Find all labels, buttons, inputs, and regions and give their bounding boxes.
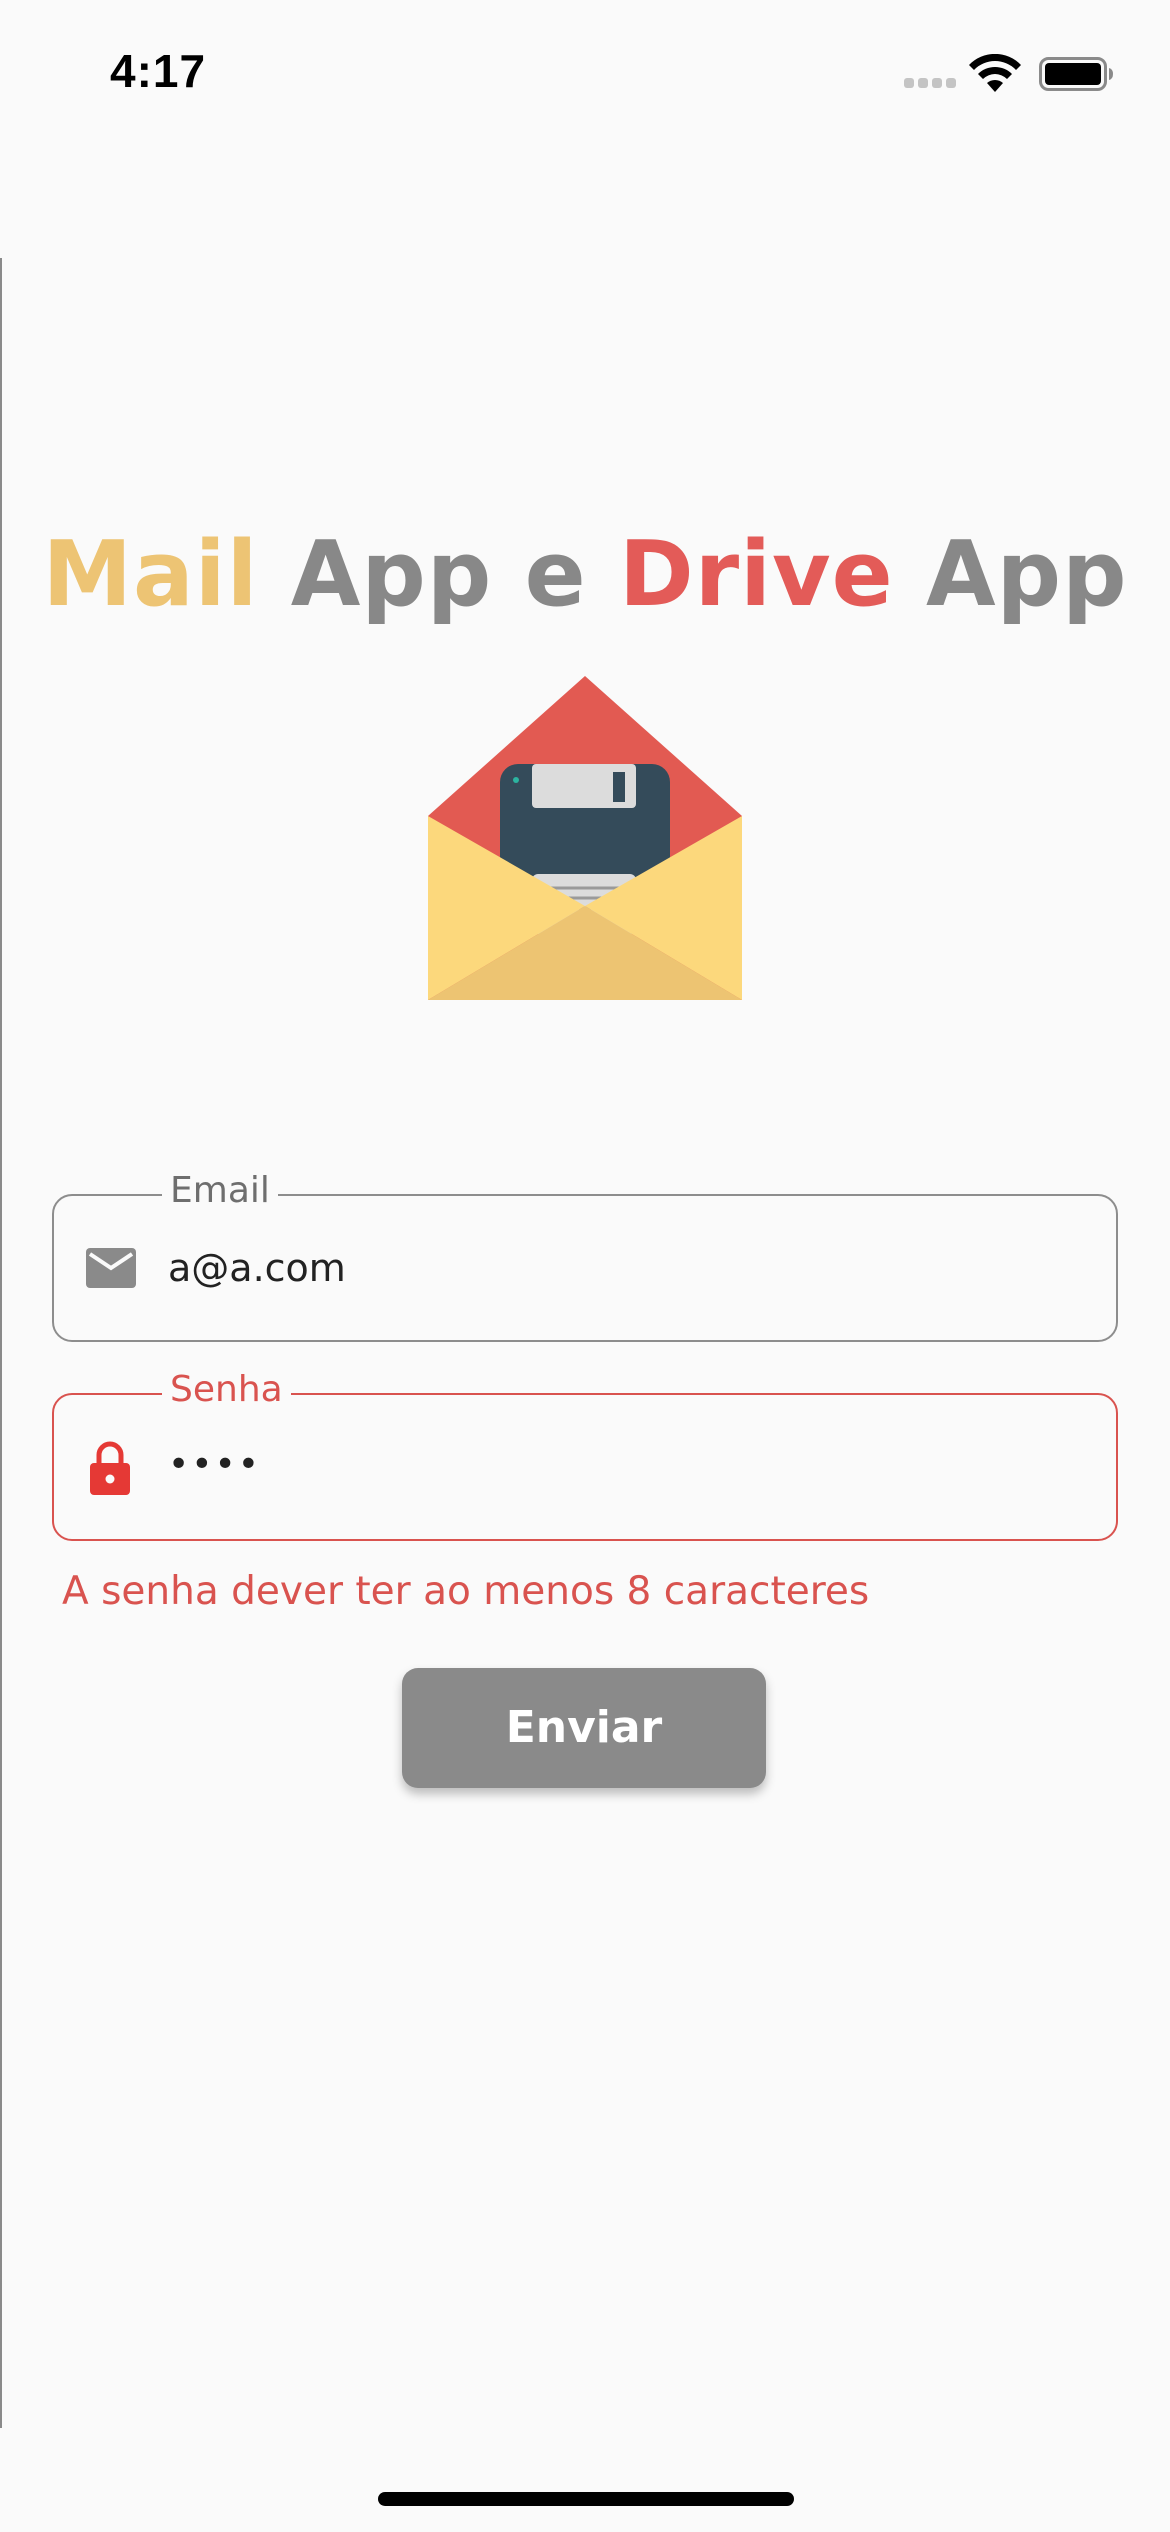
moon-icon[interactable] [1030, 170, 1086, 226]
submit-button[interactable]: Enviar [402, 1668, 766, 1788]
password-label: Senha [162, 1365, 291, 1415]
title-app-2: App [926, 522, 1128, 627]
lock-icon [90, 1441, 130, 1495]
title-drive: Drive [619, 522, 894, 627]
login-screen: 4:17 Mail App e Drive App Email a@a.com … [0, 0, 1170, 2532]
status-time: 4:17 [110, 45, 207, 97]
password-error-message: A senha dever ter ao menos 8 caracteres [62, 1569, 870, 1614]
app-title: Mail App e Drive App [0, 522, 1170, 627]
password-input[interactable]: •••• [168, 1437, 261, 1493]
home-indicator[interactable] [378, 2492, 794, 2506]
mail-icon [86, 1248, 136, 1288]
title-mail: Mail [42, 522, 259, 627]
envelope-with-floppy-disk-icon [428, 676, 742, 1000]
wifi-icon [969, 54, 1021, 92]
email-input[interactable]: a@a.com [168, 1240, 346, 1296]
battery-icon [1039, 57, 1113, 91]
email-label: Email [162, 1166, 278, 1216]
password-field[interactable]: Senha •••• [52, 1365, 1118, 1541]
title-app-1: App [290, 522, 493, 627]
title-e: e [524, 522, 587, 627]
email-field[interactable]: Email a@a.com [52, 1166, 1118, 1342]
